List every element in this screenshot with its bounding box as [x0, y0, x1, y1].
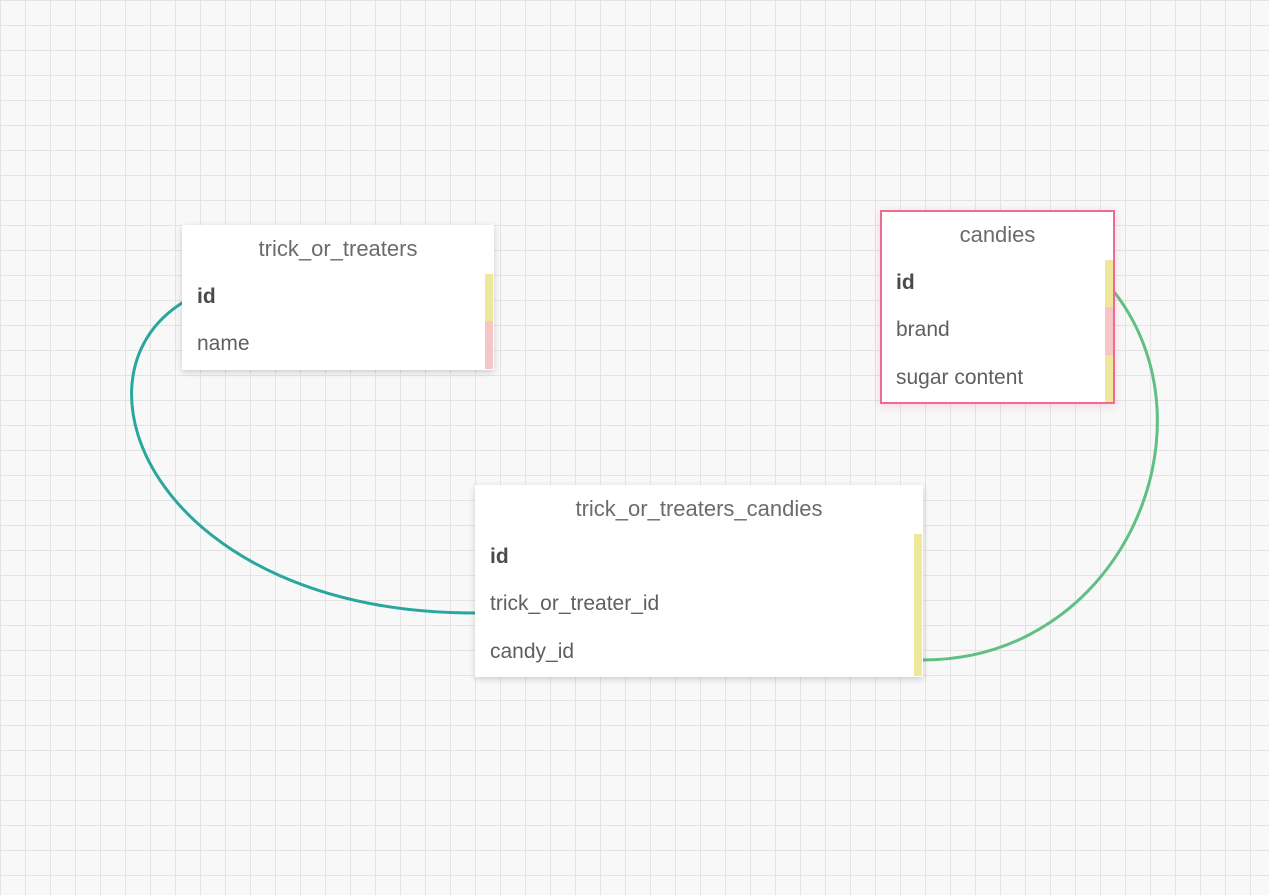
stripe-segment	[1105, 355, 1113, 402]
stripe-segment	[485, 274, 493, 321]
field-name[interactable]: name	[183, 321, 481, 368]
diagram-canvas[interactable]: trick_or_treaters id name candies id bra…	[0, 0, 1269, 895]
entity-body: id brand sugar content	[882, 260, 1113, 402]
field-candy-id[interactable]: candy_id	[476, 629, 910, 676]
field-trick-or-treater-id[interactable]: trick_or_treater_id	[476, 581, 910, 628]
entity-candies[interactable]: candies id brand sugar content	[880, 210, 1115, 404]
stripe-segment	[485, 321, 493, 368]
field-id[interactable]: id	[183, 274, 481, 321]
entity-title: trick_or_treaters	[183, 226, 493, 274]
entity-stripe	[1105, 260, 1113, 402]
entity-stripe	[485, 274, 493, 369]
stripe-segment	[914, 534, 922, 581]
field-sugar-content[interactable]: sugar content	[882, 355, 1101, 402]
entity-body: id name	[183, 274, 493, 369]
stripe-segment	[914, 581, 922, 628]
entity-title: trick_or_treaters_candies	[476, 486, 922, 534]
entity-trick-or-treaters-candies[interactable]: trick_or_treaters_candies id trick_or_tr…	[475, 485, 923, 677]
field-id[interactable]: id	[882, 260, 1101, 307]
stripe-segment	[914, 629, 922, 676]
entity-trick-or-treaters[interactable]: trick_or_treaters id name	[182, 225, 494, 370]
field-id[interactable]: id	[476, 534, 910, 581]
stripe-segment	[1105, 307, 1113, 354]
entity-stripe	[914, 534, 922, 676]
field-brand[interactable]: brand	[882, 307, 1101, 354]
entity-title: candies	[882, 212, 1113, 260]
entity-body: id trick_or_treater_id candy_id	[476, 534, 922, 676]
grid-background	[0, 0, 1269, 895]
stripe-segment	[1105, 260, 1113, 307]
